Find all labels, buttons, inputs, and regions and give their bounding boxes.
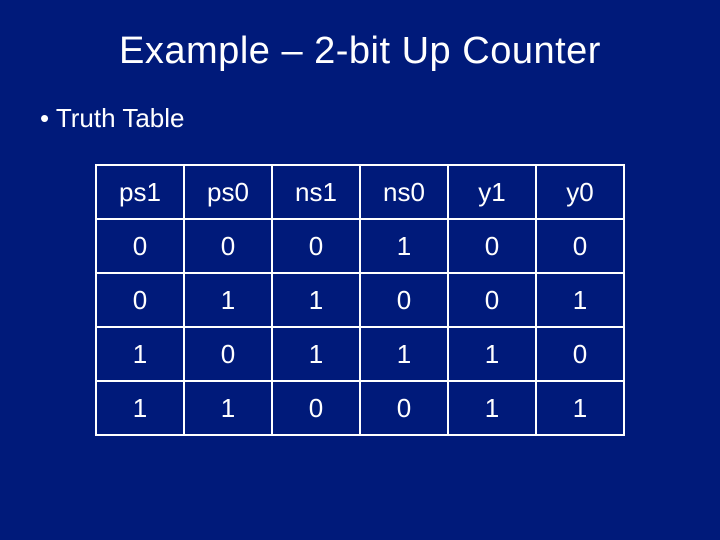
cell: 0 <box>360 273 448 327</box>
col-ns1: ns1 <box>272 165 360 219</box>
table-header-row: ps1 ps0 ns1 ns0 y1 y0 <box>96 165 624 219</box>
cell: 1 <box>360 327 448 381</box>
truth-table: ps1 ps0 ns1 ns0 y1 y0 0 0 0 1 0 0 0 1 1 … <box>95 164 625 436</box>
table-row: 1 0 1 1 1 0 <box>96 327 624 381</box>
cell: 1 <box>184 381 272 435</box>
cell: 0 <box>448 219 536 273</box>
bullet-truth-table: Truth Table <box>40 103 690 134</box>
cell: 0 <box>96 273 184 327</box>
table-row: 0 1 1 0 0 1 <box>96 273 624 327</box>
cell: 0 <box>96 219 184 273</box>
cell: 0 <box>536 327 624 381</box>
col-ps0: ps0 <box>184 165 272 219</box>
col-ps1: ps1 <box>96 165 184 219</box>
cell: 0 <box>272 381 360 435</box>
page-title: Example – 2-bit Up Counter <box>30 30 690 73</box>
table-row: 0 0 0 1 0 0 <box>96 219 624 273</box>
cell: 1 <box>272 327 360 381</box>
col-y0: y0 <box>536 165 624 219</box>
cell: 1 <box>536 381 624 435</box>
cell: 0 <box>272 219 360 273</box>
cell: 1 <box>536 273 624 327</box>
cell: 1 <box>96 381 184 435</box>
col-y1: y1 <box>448 165 536 219</box>
col-ns0: ns0 <box>360 165 448 219</box>
cell: 1 <box>272 273 360 327</box>
cell: 1 <box>448 327 536 381</box>
cell: 1 <box>360 219 448 273</box>
cell: 1 <box>96 327 184 381</box>
cell: 1 <box>448 381 536 435</box>
cell: 1 <box>184 273 272 327</box>
cell: 0 <box>184 327 272 381</box>
cell: 0 <box>536 219 624 273</box>
cell: 0 <box>448 273 536 327</box>
cell: 0 <box>360 381 448 435</box>
cell: 0 <box>184 219 272 273</box>
table-row: 1 1 0 0 1 1 <box>96 381 624 435</box>
